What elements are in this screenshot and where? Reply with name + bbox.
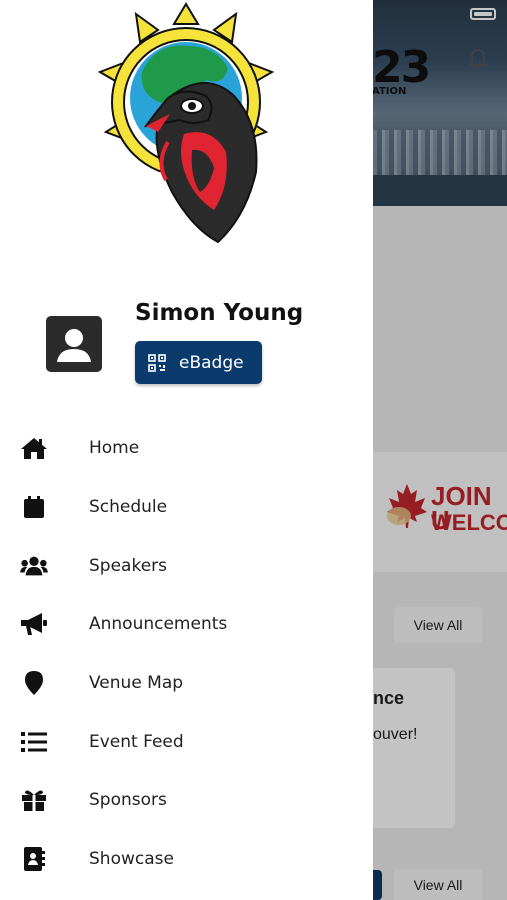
menu-label-schedule: Schedule bbox=[89, 497, 168, 518]
gift-icon bbox=[20, 787, 48, 813]
map-pin-icon bbox=[20, 670, 48, 696]
menu-label-sponsors: Sponsors bbox=[89, 790, 167, 811]
menu-item-announcements[interactable]: Announcements bbox=[0, 595, 373, 654]
user-avatar-icon[interactable] bbox=[46, 316, 102, 372]
qr-code-icon bbox=[148, 353, 166, 372]
ebadge-label: eBadge bbox=[179, 352, 244, 373]
menu-item-schedule[interactable]: Schedule bbox=[0, 478, 373, 537]
menu-label-speakers: Speakers bbox=[89, 555, 168, 576]
drawer-menu: Home Schedule Speakers Announcements Ven… bbox=[0, 419, 373, 889]
menu-item-event-feed[interactable]: Event Feed bbox=[0, 712, 373, 771]
menu-item-showcase[interactable]: Showcase bbox=[0, 830, 373, 889]
user-name: Simon Young bbox=[135, 300, 304, 326]
menu-label-event-feed: Event Feed bbox=[89, 731, 184, 752]
navigation-drawer: Simon Young eBadge Home Schedule Speaker… bbox=[0, 0, 373, 900]
megaphone-icon bbox=[20, 611, 48, 637]
calendar-icon bbox=[20, 494, 48, 520]
menu-label-home: Home bbox=[89, 438, 140, 459]
menu-label-showcase: Showcase bbox=[89, 849, 174, 870]
menu-item-sponsors[interactable]: Sponsors bbox=[0, 771, 373, 830]
home-icon bbox=[20, 435, 48, 461]
users-icon bbox=[20, 553, 48, 579]
ebadge-button[interactable]: eBadge bbox=[135, 341, 262, 384]
menu-item-home[interactable]: Home bbox=[0, 419, 373, 478]
menu-item-speakers[interactable]: Speakers bbox=[0, 536, 373, 595]
menu-label-venue-map: Venue Map bbox=[89, 673, 184, 694]
event-logo bbox=[97, 2, 275, 244]
list-icon bbox=[20, 729, 48, 755]
address-book-icon bbox=[20, 846, 48, 872]
menu-label-announcements: Announcements bbox=[89, 614, 228, 635]
menu-item-venue-map[interactable]: Venue Map bbox=[0, 654, 373, 713]
